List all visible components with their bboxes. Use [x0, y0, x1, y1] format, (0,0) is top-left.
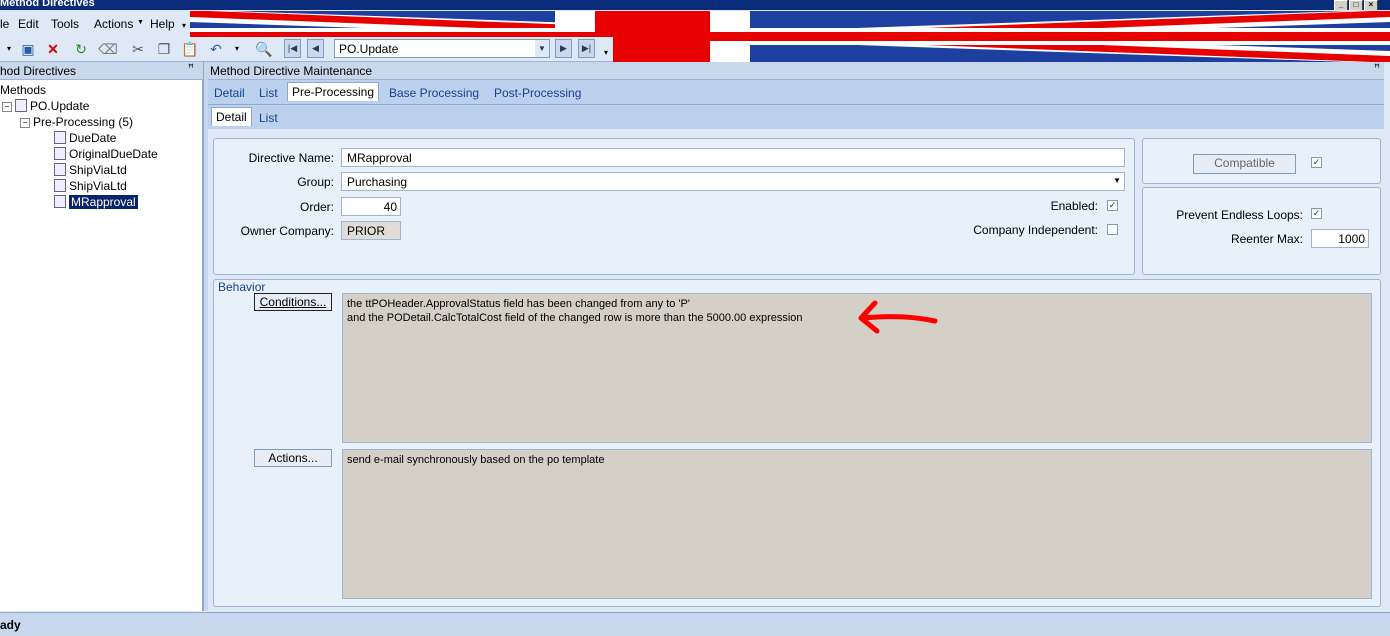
- pin-icon[interactable]: ꟸ: [1374, 63, 1380, 74]
- maximize-icon[interactable]: □: [1349, 0, 1363, 10]
- directive-name-field[interactable]: MRapproval: [341, 148, 1125, 167]
- node-icon: [54, 195, 66, 208]
- group-select[interactable]: Purchasing ▼: [341, 172, 1125, 191]
- directive-tree: Methods − PO.Update − Pre-Processing (5) D…: [0, 80, 203, 611]
- tree-item[interactable]: ShipViaLtd: [54, 179, 127, 193]
- tab-post-processing[interactable]: Post-Processing: [494, 86, 581, 100]
- tree-node-method[interactable]: − PO.Update: [2, 99, 89, 113]
- copy-icon[interactable]: ❐: [155, 40, 173, 58]
- overflow-icon[interactable]: ▾: [604, 48, 608, 57]
- tab-base-processing[interactable]: Base Processing: [389, 86, 479, 100]
- menu-edit[interactable]: Edit: [18, 17, 39, 31]
- main-tabs: Detail List Pre-Processing Base Processi…: [208, 80, 1384, 105]
- compatible-checkbox[interactable]: ✓: [1311, 157, 1322, 168]
- compatible-button[interactable]: Compatible: [1193, 154, 1296, 174]
- left-panel-title: hod Directives: [0, 64, 77, 78]
- node-icon: [15, 99, 27, 112]
- close-icon[interactable]: ×: [1364, 0, 1378, 10]
- tab-detail[interactable]: Detail: [214, 86, 245, 100]
- tab-list[interactable]: List: [259, 86, 278, 100]
- tree-item-selected[interactable]: MRapproval: [54, 195, 138, 209]
- tab-pre-processing[interactable]: Pre-Processing: [287, 82, 380, 101]
- tree-item[interactable]: DueDate: [54, 131, 116, 145]
- undo-icon[interactable]: ↶: [207, 40, 225, 58]
- status-bar: ady: [0, 612, 1390, 636]
- enabled-checkbox[interactable]: ✓: [1107, 200, 1118, 211]
- directive-name-label: Directive Name:: [248, 151, 334, 165]
- dropdown-icon[interactable]: ▾: [228, 40, 246, 58]
- enabled-label: Enabled:: [1050, 199, 1098, 213]
- sub-tabs: Detail List: [208, 105, 1384, 130]
- chevron-down-icon[interactable]: ▼: [1113, 176, 1121, 185]
- directive-group: Directive Name: MRapproval Group: Purcha…: [213, 138, 1135, 275]
- compatible-group: Compatible ✓: [1142, 138, 1381, 184]
- behavior-title: Behavior: [218, 280, 266, 294]
- subtab-detail[interactable]: Detail: [211, 107, 252, 126]
- minimize-icon[interactable]: _: [1334, 0, 1348, 10]
- clear-icon[interactable]: ⌫: [98, 40, 118, 58]
- node-icon: [54, 131, 66, 144]
- po-combo-value: PO.Update: [339, 42, 399, 56]
- detail-content: Directive Name: MRapproval Group: Purcha…: [208, 129, 1384, 611]
- actions-button[interactable]: Actions...: [254, 449, 332, 467]
- chevron-down-icon: ▼: [137, 19, 144, 26]
- cut-icon[interactable]: ✂: [129, 40, 147, 58]
- menu-tools[interactable]: Tools: [51, 17, 79, 31]
- prevent-loops-label: Prevent Endless Loops:: [1176, 208, 1303, 222]
- tree-item[interactable]: OriginalDueDate: [54, 147, 158, 161]
- tree-root[interactable]: Methods: [0, 83, 46, 97]
- search-icon[interactable]: 🔍: [255, 40, 273, 58]
- node-icon: [54, 163, 66, 176]
- prev-record-icon[interactable]: ◀: [307, 39, 324, 58]
- tree-item[interactable]: ShipViaLtd: [54, 163, 127, 177]
- behavior-group: Behavior Conditions... the ttPOHeader.Ap…: [213, 279, 1381, 607]
- conditions-button[interactable]: Conditions...: [254, 293, 332, 311]
- first-record-icon[interactable]: |◀: [284, 39, 301, 58]
- title-bar: Method Directives _ □ ×: [0, 0, 1390, 10]
- last-record-icon[interactable]: ▶|: [578, 39, 595, 58]
- company-independent-checkbox[interactable]: [1107, 224, 1118, 235]
- loop-group: Prevent Endless Loops: ✓ Reenter Max: 10…: [1142, 187, 1381, 275]
- reenter-max-field[interactable]: 1000: [1311, 229, 1369, 248]
- menu-file[interactable]: le: [0, 17, 9, 31]
- annotation-arrow-icon: [858, 300, 938, 334]
- order-label: Order:: [299, 200, 334, 214]
- status-text: ady: [0, 618, 21, 632]
- reenter-max-label: Reenter Max:: [1230, 232, 1303, 246]
- collapse-icon[interactable]: −: [20, 118, 30, 128]
- delete-icon[interactable]: ✕: [44, 40, 62, 58]
- subtab-list[interactable]: List: [259, 111, 278, 125]
- right-panel-title: Method Directive Maintenance: [210, 64, 373, 78]
- next-record-icon[interactable]: ▶: [555, 39, 572, 58]
- actions-line: send e-mail synchronously based on the p…: [347, 454, 605, 466]
- collapse-icon[interactable]: −: [2, 102, 12, 112]
- node-icon: [54, 147, 66, 160]
- paste-icon[interactable]: 📋: [181, 40, 199, 58]
- tree-node-group[interactable]: − Pre-Processing (5): [20, 115, 133, 129]
- owner-company-field: PRIOR: [341, 221, 401, 240]
- left-panel-header: hod Directives ꟸ: [0, 62, 203, 80]
- po-combo[interactable]: PO.Update ▼: [334, 39, 550, 58]
- group-label: Group:: [297, 175, 334, 189]
- right-panel-header: Method Directive Maintenance ꟸ: [208, 62, 1384, 80]
- prevent-loops-checkbox[interactable]: ✓: [1311, 208, 1322, 219]
- menu-help[interactable]: Help: [150, 17, 175, 31]
- window-title: Method Directives: [0, 0, 95, 9]
- pin-icon[interactable]: ꟸ: [188, 63, 194, 74]
- node-icon: [54, 179, 66, 192]
- chevron-down-icon[interactable]: ▼: [535, 40, 549, 57]
- owner-company-label: Owner Company:: [240, 224, 334, 238]
- dropdown-icon[interactable]: ▾: [0, 40, 18, 58]
- company-independent-label: Company Independent:: [973, 223, 1098, 237]
- order-field[interactable]: 40: [341, 197, 401, 216]
- menu-actions[interactable]: Actions: [94, 17, 133, 31]
- actions-text: send e-mail synchronously based on the p…: [342, 449, 1372, 599]
- overflow-icon[interactable]: ▾: [182, 21, 186, 30]
- refresh-icon[interactable]: ↻: [72, 40, 90, 58]
- menu-bar: le Edit Tools Actions ▼ Help ▾: [0, 11, 190, 36]
- save-icon[interactable]: ▣: [19, 40, 37, 58]
